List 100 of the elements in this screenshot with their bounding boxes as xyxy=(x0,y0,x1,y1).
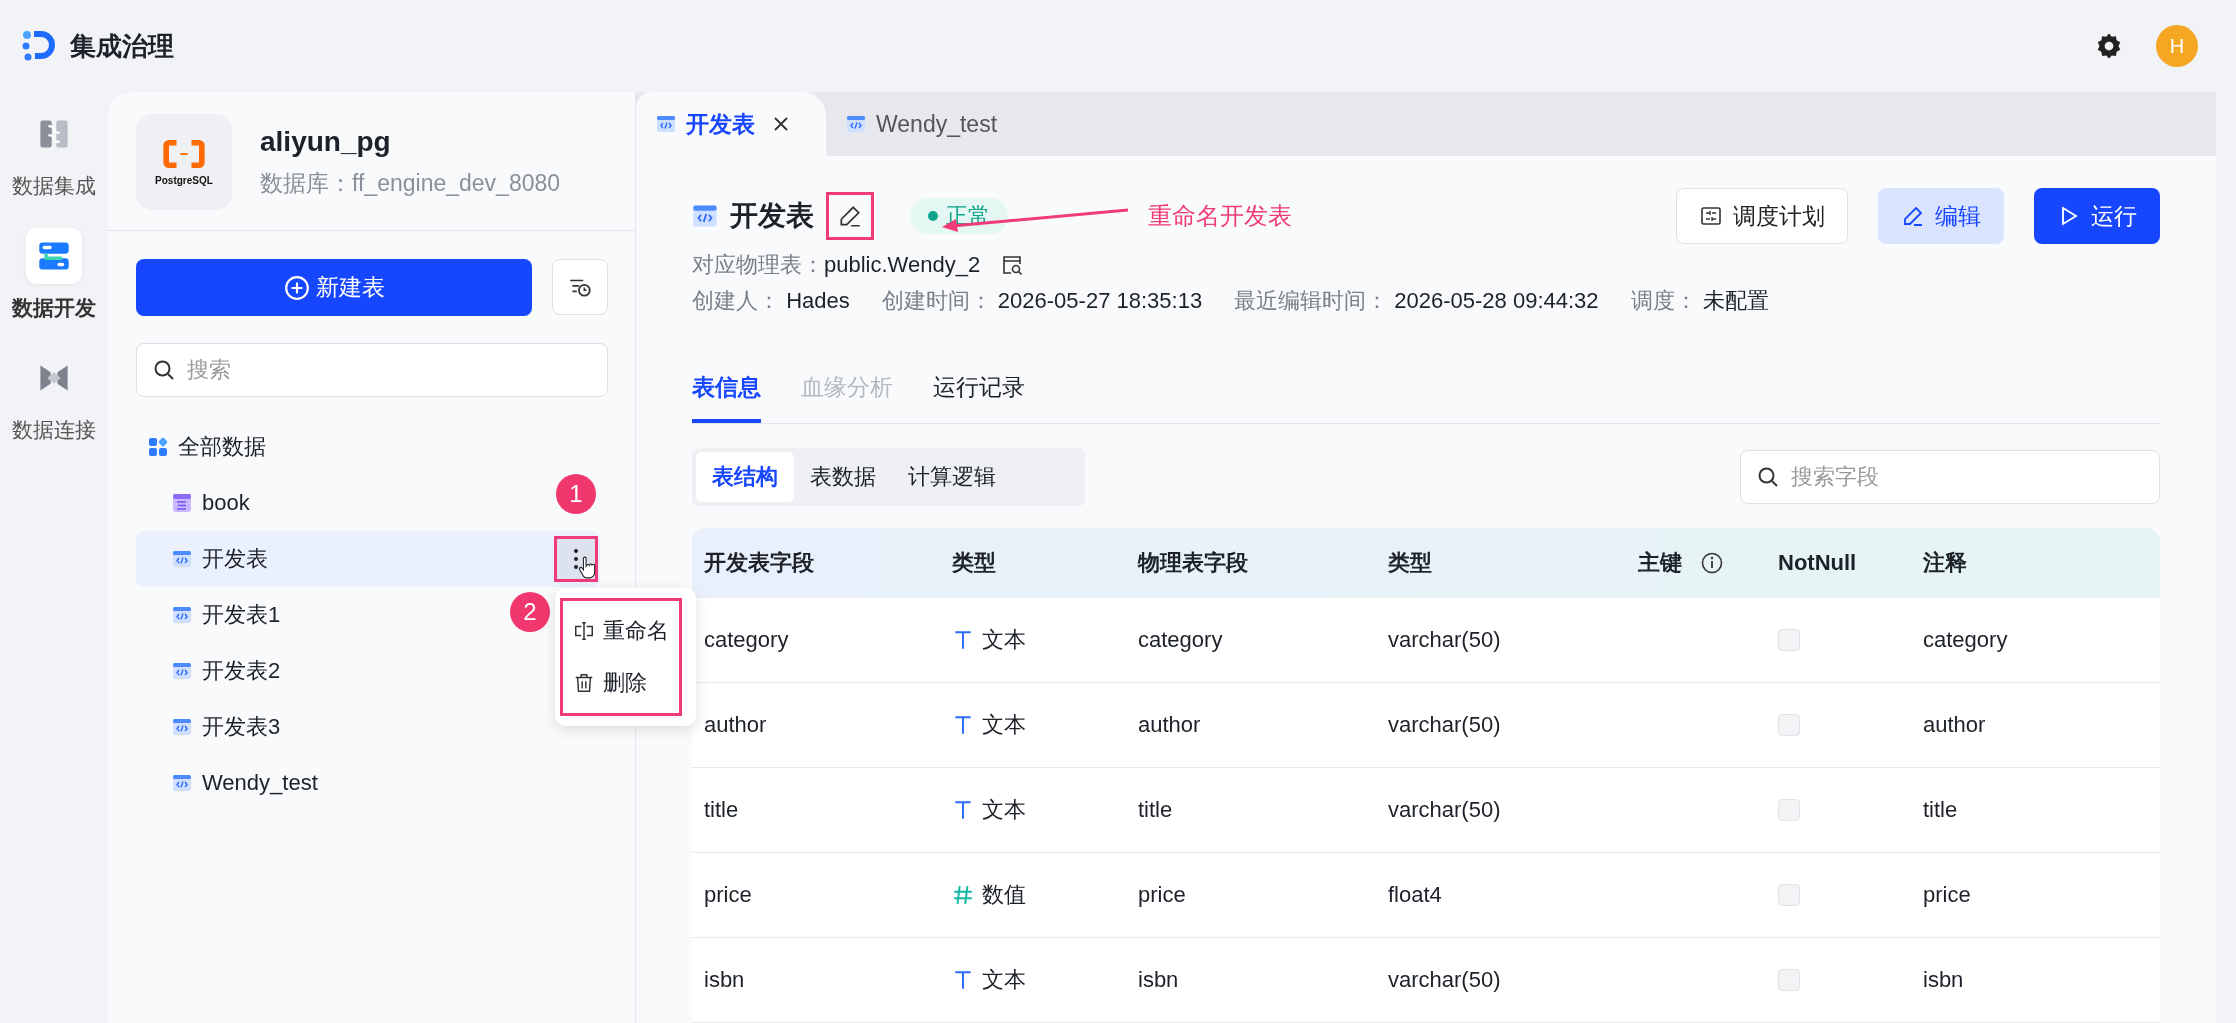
table-cell-text: 文本 xyxy=(982,711,1026,739)
source-name: aliyun_pg xyxy=(260,125,392,158)
tree-item[interactable]: 全部数据 xyxy=(136,419,608,475)
code-file-icon xyxy=(656,114,676,134)
table-title: 开发表 xyxy=(730,199,814,233)
table-cell-text: 文本 xyxy=(982,626,1026,654)
tab[interactable]: 计算逻辑 xyxy=(892,452,1012,502)
code-file-icon xyxy=(172,773,192,793)
table-cell: author xyxy=(1138,712,1201,738)
field-label: 调度： xyxy=(1630,288,1697,314)
run-button[interactable]: 运行 xyxy=(2034,188,2160,244)
text-type-icon xyxy=(952,629,974,651)
code-file-icon xyxy=(172,605,192,625)
code-file-icon xyxy=(172,549,192,569)
table-cell: varchar(50) xyxy=(1388,712,1501,738)
code-file-icon xyxy=(692,203,718,229)
pencil-icon xyxy=(837,203,863,229)
checkbox[interactable] xyxy=(1778,884,1800,906)
field-label: 创建人： xyxy=(692,288,780,314)
rename-button[interactable] xyxy=(826,192,874,240)
checkbox[interactable] xyxy=(1778,799,1800,821)
column-header: 主键 xyxy=(1638,549,1682,577)
checkbox[interactable] xyxy=(1778,969,1800,991)
column-header: 物理表字段 xyxy=(1138,549,1248,577)
edit-button[interactable]: 编辑 xyxy=(1878,188,2004,244)
nav-item[interactable]: 数据开发 xyxy=(12,228,96,322)
hand-cursor-icon xyxy=(578,556,596,580)
plus-icon xyxy=(283,274,310,301)
menu-item[interactable]: 重命名 xyxy=(567,605,675,657)
table-cell: isbn xyxy=(704,967,745,993)
panel-icon xyxy=(1699,204,1723,228)
table-cell: price xyxy=(1923,882,1971,908)
code-file-icon xyxy=(172,661,192,681)
table-cell: category xyxy=(1138,627,1223,653)
database-name: 数据库：ff_engine_dev_8080 xyxy=(260,168,561,198)
column-header: 注释 xyxy=(1923,549,1967,577)
tab[interactable]: 开发表 xyxy=(636,92,826,156)
app-title: 集成治理 xyxy=(70,29,174,63)
step-badge: 2 xyxy=(510,592,550,632)
table-cell: varchar(50) xyxy=(1388,797,1501,823)
table-cell: category xyxy=(704,627,789,653)
model-icon xyxy=(172,493,192,513)
annotation-label: 重命名开发表 xyxy=(1148,201,1292,231)
tab[interactable]: Wendy_test xyxy=(826,92,1030,156)
field-value: Hades xyxy=(786,288,850,314)
history-button[interactable] xyxy=(552,259,608,315)
field-value: 2026-05-27 18:35:13 xyxy=(997,288,1203,314)
tree-item[interactable]: book xyxy=(136,475,250,531)
menu-item[interactable]: 删除 xyxy=(567,657,675,709)
text-type-icon xyxy=(952,969,974,991)
tab[interactable]: 表结构 xyxy=(696,452,794,502)
tab[interactable]: 表信息 xyxy=(692,358,761,423)
column-header: 类型 xyxy=(952,549,996,577)
table-cell: price xyxy=(1138,882,1186,908)
table-cell: varchar(50) xyxy=(1388,967,1501,993)
column-header: 类型 xyxy=(1388,549,1432,577)
pencil-icon xyxy=(1901,204,1925,228)
table-cell: category xyxy=(1923,627,2008,653)
integration-icon xyxy=(37,117,71,151)
code-file-icon xyxy=(172,717,192,737)
table-cell: author xyxy=(704,712,767,738)
tree-item[interactable]: 开发表1 xyxy=(136,587,281,643)
checkbox[interactable] xyxy=(1778,714,1800,736)
info-icon[interactable] xyxy=(1700,551,1724,575)
number-type-icon xyxy=(952,884,974,906)
trash-icon xyxy=(573,672,595,694)
search-field[interactable]: 搜索字段 xyxy=(1740,450,2160,504)
column-header: NotNull xyxy=(1778,550,1857,576)
text-type-icon xyxy=(952,799,974,821)
field-label: 对应物理表： xyxy=(692,250,824,279)
tree-item[interactable]: 开发表2 xyxy=(136,643,281,699)
grid-icon xyxy=(148,437,168,457)
field-label: 最近编辑时间： xyxy=(1234,288,1389,314)
tab[interactable]: 运行记录 xyxy=(933,358,1025,423)
table-cell: varchar(50) xyxy=(1388,627,1501,653)
tab[interactable]: 表数据 xyxy=(794,452,892,502)
nav-item[interactable]: 数据连接 xyxy=(12,350,96,444)
schedule-button[interactable]: 调度计划 xyxy=(1676,188,1848,244)
table-cell: title xyxy=(1138,797,1173,823)
table-cell: price xyxy=(704,882,752,908)
search-field[interactable]: 搜索 xyxy=(136,343,608,397)
table-cell: isbn xyxy=(1923,967,1964,993)
table-cell: title xyxy=(704,797,739,823)
nav-item[interactable]: 数据集成 xyxy=(12,106,96,200)
field-value: 2026-05-28 09:44:32 xyxy=(1394,288,1599,314)
table-cell: isbn xyxy=(1138,967,1179,993)
code-file-icon xyxy=(846,114,866,134)
table-cell: title xyxy=(1923,797,1958,823)
physical-table-name: public.Wendy_2 xyxy=(824,251,981,278)
table-cell-text: 数值 xyxy=(982,881,1026,909)
new-table-button[interactable]: 新建表 xyxy=(136,259,532,316)
field-value: 未配置 xyxy=(1702,288,1769,314)
tree-item[interactable]: Wendy_test xyxy=(136,755,318,811)
column-header: 开发表字段 xyxy=(704,549,814,577)
table-cell-text: 文本 xyxy=(982,796,1026,824)
database-logo: PostgreSQL xyxy=(136,114,232,210)
text-type-icon xyxy=(952,714,974,736)
checkbox[interactable] xyxy=(1778,629,1800,651)
table-cell: author xyxy=(1923,712,1986,738)
database-stack-icon xyxy=(37,239,71,273)
